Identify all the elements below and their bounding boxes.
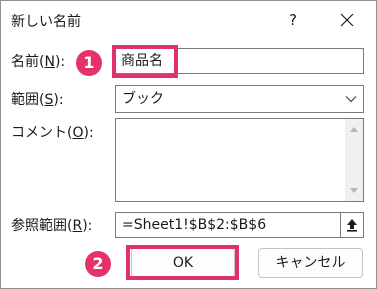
refers-to-label: 参照範囲(R): <box>11 218 93 234</box>
cancel-button[interactable]: キャンセル <box>258 248 363 278</box>
close-icon <box>340 13 354 27</box>
scroll-down-button[interactable] <box>345 183 363 199</box>
name-label: 名前(N): <box>11 54 66 70</box>
comment-scrollbar[interactable] <box>345 119 363 201</box>
ok-button-highlight <box>126 245 239 280</box>
chevron-down-icon <box>345 96 357 103</box>
scroll-down-icon <box>350 188 358 193</box>
step-1-badge: 1 <box>76 50 102 76</box>
step-2-badge: 2 <box>85 251 111 277</box>
collapse-dialog-icon <box>347 219 357 232</box>
name-input-highlight <box>112 45 178 78</box>
scroll-up-button[interactable] <box>345 121 363 137</box>
refers-to-value: =Sheet1!$B$2:$B$6 <box>122 217 267 233</box>
comment-label: コメント(O): <box>11 125 94 141</box>
refers-to-input[interactable]: =Sheet1!$B$2:$B$6 <box>115 212 341 238</box>
close-button[interactable] <box>324 1 370 39</box>
scope-select-value: ブック <box>122 91 164 107</box>
title-bar: 新しい名前 ? <box>1 1 376 39</box>
collapse-dialog-button[interactable] <box>341 212 364 238</box>
new-name-dialog: 新しい名前 ? 名前(N): 商品名 範囲(S): ブック コメント(O): 参… <box>0 0 377 289</box>
scope-dropdown-button[interactable] <box>339 85 364 113</box>
dialog-title: 新しい名前 <box>11 14 81 30</box>
comment-textarea[interactable] <box>115 118 364 202</box>
scope-label: 範囲(S): <box>11 92 64 108</box>
scope-select[interactable]: ブック <box>115 85 340 113</box>
scroll-up-icon <box>350 127 358 132</box>
help-button[interactable]: ? <box>270 1 316 39</box>
